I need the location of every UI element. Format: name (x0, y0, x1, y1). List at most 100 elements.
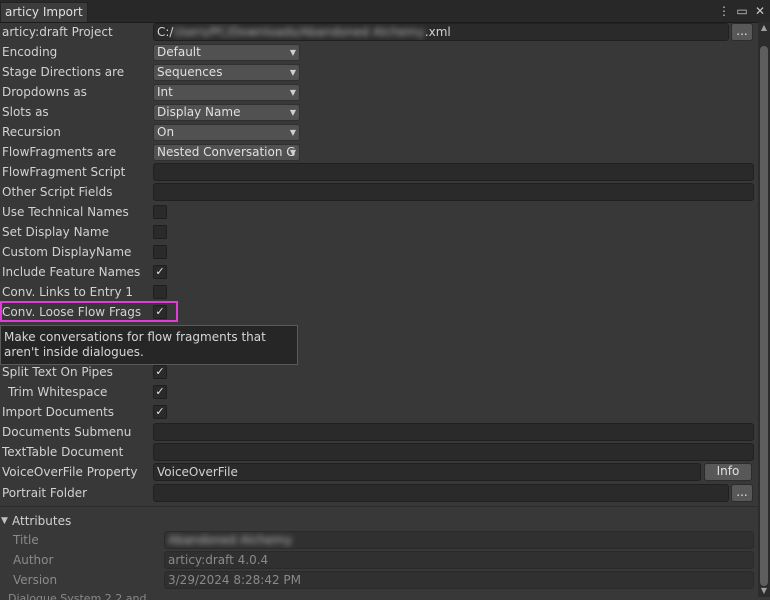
project-browse-button[interactable]: ... (731, 23, 753, 41)
split-pipes-checkbox[interactable]: ✓ (153, 365, 167, 379)
attr-title-field: Abandoned Alchemy (164, 531, 754, 549)
trim-whitespace-checkbox[interactable]: ✓ (153, 385, 167, 399)
tab-articy-import[interactable]: articy Import (0, 2, 88, 22)
attributes-header-label: Attributes (12, 514, 72, 528)
row-feature-names: Include Feature Names ✓ (0, 262, 770, 282)
slots-as-label: Slots as (2, 105, 49, 119)
kebab-menu-icon[interactable]: ⋮ (718, 4, 730, 18)
import-documents-checkbox[interactable]: ✓ (153, 405, 167, 419)
dropdowns-as-label: Dropdowns as (2, 85, 87, 99)
row-dropdowns-as: Dropdowns as Int ▼ (0, 82, 770, 102)
flowfragment-script-input[interactable] (153, 163, 754, 181)
custom-displayname-label: Custom DisplayName (2, 245, 132, 259)
custom-displayname-checkbox[interactable] (153, 245, 167, 259)
section-divider (0, 506, 758, 507)
slots-as-dropdown[interactable]: Display Name ▼ (153, 104, 300, 121)
project-path-field[interactable]: C:/Users/PC/Downloads/Abandoned Alchemy.… (153, 23, 729, 41)
row-flowfragment-script: FlowFragment Script (0, 162, 770, 182)
window-titlebar: articy Import ⋮ ▭ ✕ (0, 0, 770, 23)
technical-names-checkbox[interactable] (153, 205, 167, 219)
row-documents-submenu: Documents Submenu (0, 422, 770, 442)
recursion-value: On (157, 125, 175, 139)
split-pipes-label: Split Text On Pipes (2, 365, 113, 379)
triangle-down-icon[interactable]: ▼ (1, 512, 8, 530)
row-slots-as: Slots as Display Name ▼ (0, 102, 770, 122)
project-path-suffix: .xml (424, 25, 451, 39)
scroll-down-icon[interactable]: ▼ (758, 585, 770, 597)
chevron-down-icon: ▼ (289, 148, 296, 157)
set-display-name-checkbox[interactable] (153, 225, 167, 239)
flowfragments-dropdown[interactable]: Nested Conversation G ▼ (153, 144, 300, 161)
encoding-label: Encoding (2, 45, 58, 59)
recursion-label: Recursion (2, 125, 61, 139)
stage-directions-dropdown[interactable]: Sequences ▼ (153, 64, 300, 81)
row-split-pipes: Split Text On Pipes ✓ (0, 362, 770, 382)
attr-author-label: Author (13, 553, 54, 567)
recursion-dropdown[interactable]: On ▼ (153, 124, 300, 141)
project-path-prefix: C:/ (157, 25, 174, 39)
feature-names-checkbox[interactable]: ✓ (153, 265, 167, 279)
checkmark-icon: ✓ (155, 265, 165, 278)
project-label: articy:draft Project (2, 25, 113, 39)
row-stage-directions: Stage Directions are Sequences ▼ (0, 62, 770, 82)
attr-version-field: 3/29/2024 8:28:42 PM (164, 571, 754, 589)
chevron-down-icon: ▼ (289, 128, 296, 137)
scrollbar-thumb[interactable] (760, 46, 768, 586)
links-to-entry-label: Conv. Links to Entry 1 (2, 285, 134, 299)
other-script-fields-input[interactable] (153, 183, 754, 201)
portrait-folder-input[interactable] (153, 484, 729, 502)
attr-author-field: articy:draft 4.0.4 (164, 551, 754, 569)
row-set-display-name: Set Display Name (0, 222, 770, 242)
stage-directions-value: Sequences (157, 65, 223, 79)
row-attr-title: Title Abandoned Alchemy (0, 530, 770, 550)
portrait-folder-label: Portrait Folder (2, 486, 88, 500)
checkmark-icon: ✓ (155, 385, 165, 398)
flowfragments-value: Nested Conversation G (157, 145, 296, 159)
row-attr-author: Author articy:draft 4.0.4 (0, 550, 770, 570)
stage-directions-label: Stage Directions are (2, 65, 125, 79)
row-project: articy:draft Project C:/Users/PC/Downloa… (0, 22, 770, 42)
row-technical-names: Use Technical Names (0, 202, 770, 222)
row-recursion: Recursion On ▼ (0, 122, 770, 142)
scroll-up-icon[interactable]: ▲ (758, 22, 770, 34)
attributes-section-header[interactable]: ▼ Attributes (0, 512, 760, 530)
row-encoding: Encoding Default ▼ (0, 42, 770, 62)
technical-names-label: Use Technical Names (2, 205, 129, 219)
maximize-icon[interactable]: ▭ (736, 4, 748, 18)
documents-submenu-input[interactable] (153, 423, 754, 441)
chevron-down-icon: ▼ (289, 88, 296, 97)
dropdowns-as-dropdown[interactable]: Int ▼ (153, 84, 300, 101)
chevron-down-icon: ▼ (289, 68, 296, 77)
texttable-document-input[interactable] (153, 443, 754, 461)
encoding-dropdown[interactable]: Default ▼ (153, 44, 300, 61)
close-icon[interactable]: ✕ (754, 4, 766, 18)
other-script-fields-label: Other Script Fields (2, 185, 113, 199)
slots-as-value: Display Name (157, 105, 241, 119)
encoding-value: Default (157, 45, 201, 59)
tooltip: Make conversations for flow fragments th… (0, 325, 298, 365)
footer-cut-text: Dialogue System 2.2 and ... (8, 592, 161, 600)
row-portrait-folder: Portrait Folder ... (0, 483, 770, 503)
row-custom-displayname: Custom DisplayName (0, 242, 770, 262)
documents-submenu-label: Documents Submenu (2, 425, 132, 439)
vertical-scrollbar[interactable]: ▲ ▼ (758, 22, 770, 597)
info-button[interactable]: Info (704, 463, 752, 481)
flowfragments-label: FlowFragments are (2, 145, 117, 159)
row-texttable-document: TextTable Document (0, 442, 770, 462)
chevron-down-icon: ▼ (289, 108, 296, 117)
attr-version-label: Version (13, 573, 58, 587)
set-display-name-label: Set Display Name (2, 225, 109, 239)
texttable-document-label: TextTable Document (2, 445, 124, 459)
row-other-script-fields: Other Script Fields (0, 182, 770, 202)
attr-title-redacted: Abandoned Alchemy (168, 533, 293, 547)
portrait-browse-button[interactable]: ... (731, 484, 753, 502)
window-controls: ⋮ ▭ ✕ (718, 2, 766, 20)
voiceover-property-input[interactable]: VoiceOverFile (153, 463, 701, 481)
feature-names-label: Include Feature Names (2, 265, 141, 279)
voiceover-property-label: VoiceOverFile Property (2, 465, 138, 479)
row-trim-whitespace: Trim Whitespace ✓ (0, 382, 770, 402)
links-to-entry-checkbox[interactable] (153, 285, 167, 299)
flowfragment-script-label: FlowFragment Script (2, 165, 126, 179)
import-documents-label: Import Documents (2, 405, 115, 419)
dropdowns-as-value: Int (157, 85, 173, 99)
